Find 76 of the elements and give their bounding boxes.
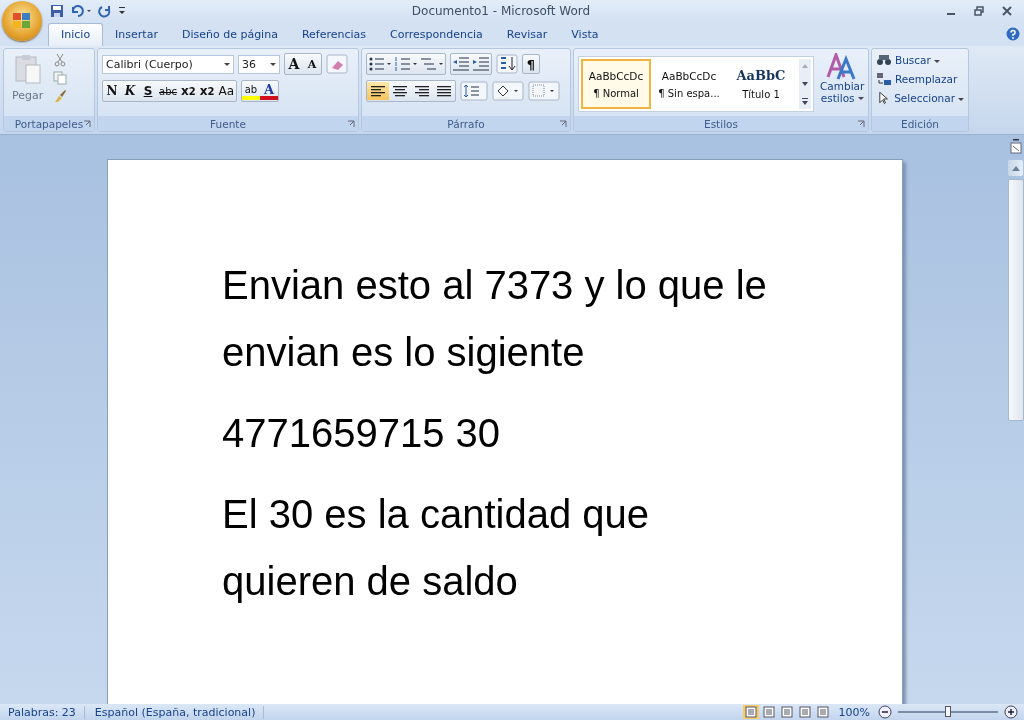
- dialog-launcher-icon[interactable]: [83, 120, 91, 128]
- scissors-icon[interactable]: [53, 53, 68, 67]
- scroll-up-button[interactable]: [1008, 160, 1023, 176]
- customize-icon[interactable]: [118, 6, 126, 16]
- format-button[interactable]: K: [121, 81, 139, 101]
- paste-button[interactable]: Pegar: [8, 53, 48, 112]
- increase-indent-icon[interactable]: [471, 55, 491, 73]
- window-title: Documento1 - Microsoft Word: [410, 4, 592, 18]
- multilevel-list-icon[interactable]: [419, 55, 445, 73]
- ribbon-tab[interactable]: Insertar: [103, 24, 170, 46]
- document-paragraph: Envian esto al 7373 y lo que le envian es lo sigiente: [222, 262, 768, 376]
- decrease-indent-icon[interactable]: [451, 55, 471, 73]
- close-icon[interactable]: [1002, 6, 1012, 16]
- view-button[interactable]: [814, 705, 831, 719]
- style-swatch[interactable]: AaBbC Título 1: [727, 59, 795, 109]
- office-button[interactable]: [2, 1, 42, 41]
- group-label: Estilos: [704, 117, 738, 130]
- ruler-toggle-icon[interactable]: [1009, 139, 1022, 157]
- editing-button[interactable]: Seleccionar: [876, 91, 964, 105]
- show-marks-button[interactable]: ¶: [522, 54, 540, 74]
- ribbon-tab[interactable]: Referencias: [289, 24, 379, 46]
- restore-icon[interactable]: [974, 6, 984, 16]
- align-button[interactable]: [367, 82, 389, 100]
- group-label: Fuente: [210, 117, 246, 130]
- view-button[interactable]: [742, 705, 759, 719]
- ribbon-tab[interactable]: Correspondencia: [378, 24, 495, 46]
- language-label[interactable]: Español (España, tradicional): [86, 705, 265, 719]
- style-swatch[interactable]: AaBbCcDc ¶ Sin espa...: [655, 59, 723, 109]
- group-label: Párrafo: [447, 117, 485, 130]
- ribbon-tab[interactable]: Revisar: [494, 24, 560, 46]
- change-styles-button[interactable]: Cambiar estilos: [820, 53, 865, 112]
- ribbon-tab[interactable]: Vista: [559, 24, 611, 46]
- format-button[interactable]: Aa: [216, 81, 236, 101]
- view-button[interactable]: [760, 705, 777, 719]
- editing-button[interactable]: Buscar: [876, 53, 964, 67]
- sort-icon[interactable]: [496, 54, 518, 74]
- group-label: Edición: [901, 117, 939, 130]
- view-button[interactable]: [778, 705, 795, 719]
- highlight-button[interactable]: ab: [242, 82, 260, 100]
- dialog-launcher-icon[interactable]: [347, 120, 355, 128]
- eraser-icon[interactable]: [326, 54, 348, 74]
- group-label: Portapapeles: [14, 117, 84, 130]
- undo-icon[interactable]: [70, 4, 92, 18]
- binoculars-icon: [876, 53, 892, 67]
- word-count[interactable]: Palabras: 23: [0, 705, 85, 719]
- clipboard-icon: [13, 53, 42, 85]
- bullets-icon[interactable]: [367, 55, 393, 73]
- format-button[interactable]: N: [103, 81, 121, 101]
- font-color-button[interactable]: A: [260, 82, 278, 100]
- shrink-font-button[interactable]: A: [303, 54, 321, 74]
- redo-icon[interactable]: [98, 4, 112, 18]
- ribbon-tab[interactable]: Inicio: [48, 23, 104, 46]
- format-button[interactable]: abc: [157, 81, 179, 101]
- ribbon-tab[interactable]: Diseño de página: [169, 24, 290, 46]
- zoom-level[interactable]: 100%: [832, 705, 876, 719]
- up-arrow-icon: [1011, 165, 1020, 171]
- help-icon[interactable]: [1006, 27, 1020, 41]
- document-paragraph: El 30 es la cantidad que quieren de saldo: [222, 491, 650, 605]
- zoom-out-icon[interactable]: [878, 705, 892, 719]
- grow-font-button[interactable]: A: [285, 54, 303, 74]
- style-swatch[interactable]: AaBbCcDc ¶ Normal: [581, 59, 651, 109]
- zoom-in-icon[interactable]: [1004, 705, 1018, 719]
- scroll-thumb[interactable]: [1007, 179, 1024, 421]
- view-button[interactable]: [796, 705, 813, 719]
- save-icon[interactable]: [50, 4, 64, 18]
- brush-icon[interactable]: [53, 89, 68, 103]
- editing-button[interactable]: Reemplazar: [876, 72, 964, 86]
- document-paragraph: 4771659715 30: [222, 410, 502, 457]
- shading-icon[interactable]: [492, 81, 524, 101]
- font-name-field[interactable]: Calibri (Cuerpo): [102, 54, 234, 74]
- dialog-launcher-icon[interactable]: [559, 120, 567, 128]
- font-size-field[interactable]: 36: [238, 54, 280, 74]
- dialog-launcher-icon[interactable]: [857, 120, 865, 128]
- zoom-thumb[interactable]: [945, 706, 951, 717]
- format-button[interactable]: S: [139, 81, 157, 101]
- replace-icon: [876, 72, 892, 86]
